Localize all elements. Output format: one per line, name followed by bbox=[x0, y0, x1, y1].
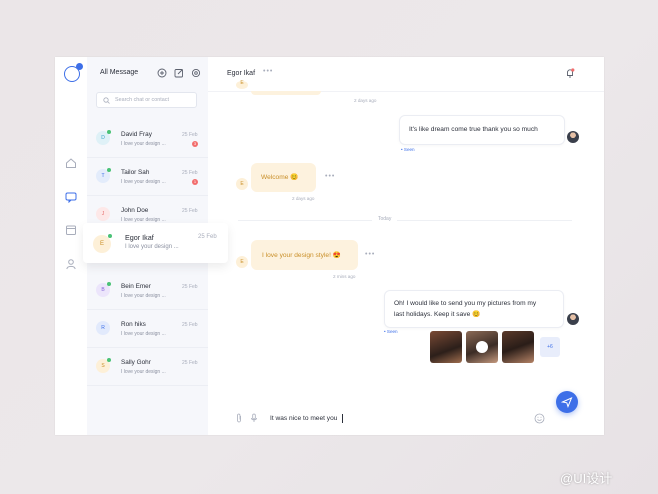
contact-name: Tailor Sah bbox=[121, 169, 150, 176]
conversation-row[interactable]: R Ron hiks I love your design ... 25 Feb bbox=[87, 309, 208, 348]
attachment-icon[interactable] bbox=[235, 413, 243, 423]
message-date: 25 Feb bbox=[182, 360, 198, 366]
settings-icon[interactable] bbox=[191, 68, 201, 78]
message-date: 25 Feb bbox=[182, 170, 198, 176]
seen-status: • Seen bbox=[401, 147, 415, 152]
home-icon[interactable] bbox=[65, 157, 77, 169]
more-media-button[interactable]: +6 bbox=[540, 337, 560, 357]
contact-avatar-mini: E bbox=[236, 178, 248, 190]
selected-conversation-card[interactable]: E Egor Ikaf I love your design ... 25 Fe… bbox=[83, 223, 228, 263]
contact-avatar: S bbox=[96, 358, 111, 373]
conversation-row[interactable]: B Bein Emer I love your design ... 25 Feb bbox=[87, 271, 208, 310]
contact-name: Bein Emer bbox=[121, 283, 151, 290]
message-text: Welcome 😊 bbox=[261, 174, 299, 181]
message-time: 2 days ago bbox=[354, 98, 377, 103]
seen-status: • Seen bbox=[384, 329, 398, 334]
message-date: 25 Feb bbox=[182, 284, 198, 290]
play-icon[interactable] bbox=[476, 341, 488, 353]
unread-badge: 3 bbox=[192, 141, 198, 147]
contact-avatar-mini: E bbox=[236, 81, 248, 89]
contact-avatar: E bbox=[93, 234, 112, 253]
conversation-row[interactable]: S Sally Gohr I love your design ... 25 Feb bbox=[87, 347, 208, 386]
online-indicator bbox=[107, 130, 111, 134]
message-text-line1: Oh! I would like to send you my pictures… bbox=[394, 300, 537, 307]
incoming-message: I love your design style! 😍 bbox=[251, 240, 358, 270]
message-preview: I love your design ... bbox=[121, 369, 166, 375]
message-preview: I love your design ... bbox=[125, 244, 179, 250]
compose-icon[interactable] bbox=[174, 68, 184, 78]
contact-avatar: J bbox=[96, 207, 110, 221]
date-divider-label: Today bbox=[372, 216, 398, 222]
message-date: 25 Feb bbox=[182, 208, 198, 214]
message-text-line2: last holidays. Keep it save 😊 bbox=[394, 311, 481, 318]
unread-badge: 1 bbox=[192, 179, 198, 185]
user-avatar bbox=[567, 313, 579, 325]
add-user-icon[interactable] bbox=[157, 68, 167, 78]
contact-avatar: B bbox=[96, 282, 111, 297]
contact-avatar-mini: E bbox=[236, 256, 248, 268]
message-time: 2 mins ago bbox=[333, 274, 356, 279]
contact-name: Egor Ikaf bbox=[125, 233, 154, 242]
chat-logo-icon[interactable] bbox=[64, 63, 83, 82]
watermark: @UI设计 bbox=[560, 471, 613, 486]
online-indicator bbox=[107, 282, 111, 286]
emoji-icon[interactable] bbox=[534, 413, 545, 424]
chat-contact-name: Egor Ikaf bbox=[227, 70, 256, 77]
contact-name: David Fray bbox=[121, 131, 152, 138]
message-preview: I love your design ... bbox=[121, 293, 166, 299]
chat-header: Egor Ikaf ••• bbox=[208, 57, 604, 92]
messages-icon[interactable] bbox=[65, 191, 77, 203]
contact-avatar: T bbox=[96, 168, 111, 183]
calendar-icon[interactable] bbox=[65, 224, 77, 236]
message-text: I love your design style! 😍 bbox=[262, 252, 341, 259]
message-options-icon[interactable]: ••• bbox=[325, 173, 335, 180]
message-bubble-partial bbox=[251, 91, 321, 95]
message-input[interactable]: It was nice to meet you bbox=[270, 415, 337, 422]
online-indicator bbox=[107, 168, 111, 172]
outgoing-message: It's like dream come true thank you so m… bbox=[399, 115, 565, 145]
photo-thumbnail[interactable] bbox=[502, 331, 534, 363]
incoming-message: Welcome 😊 bbox=[251, 163, 316, 192]
message-date: 25 Feb bbox=[198, 234, 217, 240]
send-icon bbox=[560, 397, 573, 408]
outgoing-message: Oh! I would like to send you my pictures… bbox=[384, 290, 564, 328]
microphone-icon[interactable] bbox=[250, 413, 258, 423]
message-text: It's like dream come true thank you so m… bbox=[409, 126, 538, 133]
list-title: All Message bbox=[100, 69, 139, 76]
more-options-icon[interactable]: ••• bbox=[263, 68, 273, 75]
video-thumbnail[interactable] bbox=[466, 331, 498, 363]
online-indicator bbox=[107, 358, 111, 362]
conversation-row[interactable]: D David Fray I love your design ... 25 Feb 3 bbox=[87, 119, 208, 158]
photo-thumbnail[interactable] bbox=[430, 331, 462, 363]
search-input[interactable]: Search chat or contact bbox=[96, 92, 197, 108]
chat-panel: Egor Ikaf ••• E 2 days ago It's like dre… bbox=[208, 57, 604, 435]
search-icon bbox=[103, 97, 110, 104]
notification-bell-icon[interactable] bbox=[565, 68, 575, 78]
message-date: 25 Feb bbox=[182, 322, 198, 328]
text-cursor bbox=[342, 414, 343, 423]
message-options-icon[interactable]: ••• bbox=[365, 251, 375, 258]
contact-avatar: D bbox=[96, 130, 111, 145]
message-preview: I love your design ... bbox=[121, 141, 166, 147]
contact-name: Sally Gohr bbox=[121, 359, 151, 366]
send-button[interactable] bbox=[556, 391, 578, 413]
message-preview: I love your design ... bbox=[121, 331, 166, 337]
contact-avatar: R bbox=[96, 321, 110, 335]
message-preview: I love your design ... bbox=[121, 179, 166, 185]
date-divider bbox=[238, 220, 572, 221]
search-placeholder: Search chat or contact bbox=[115, 97, 169, 103]
profile-icon[interactable] bbox=[65, 258, 77, 270]
contact-name: Ron hiks bbox=[121, 321, 146, 328]
contact-name: John Doe bbox=[121, 207, 149, 214]
online-indicator bbox=[108, 234, 112, 238]
list-header: All Message bbox=[87, 57, 208, 91]
conversation-row[interactable]: T Tailor Sah I love your design ... 25 Feb 1 bbox=[87, 157, 208, 196]
message-date: 25 Feb bbox=[182, 132, 198, 138]
message-time: 2 days ago bbox=[292, 196, 315, 201]
user-avatar bbox=[567, 131, 579, 143]
